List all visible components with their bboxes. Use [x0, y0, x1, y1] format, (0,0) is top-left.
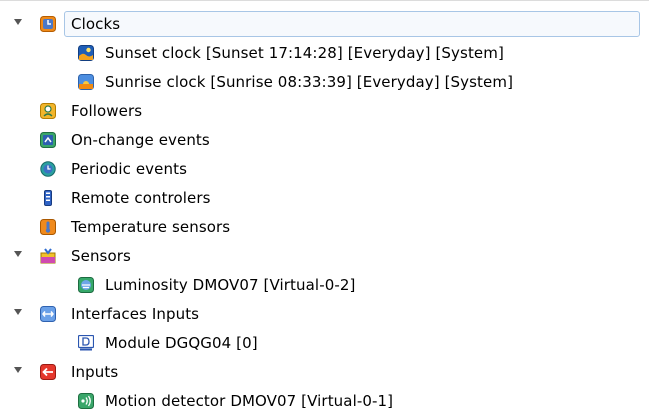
tree-node-label: Module DGQG04 [0] — [105, 334, 258, 352]
tree-node-clocks[interactable]: Clocks — [0, 11, 649, 37]
periodic-icon — [40, 161, 56, 177]
tree-node-temperature-sensors[interactable]: Temperature sensors — [0, 214, 649, 240]
tree-node-label: Followers — [71, 102, 143, 120]
tree-node-label: Periodic events — [71, 160, 187, 178]
tree-node-label: Motion detector DMOV07 [Virtual-0-1] — [105, 392, 394, 410]
follower-icon — [40, 103, 56, 119]
tree-node-label: Clocks — [71, 15, 121, 33]
input-icon — [40, 364, 56, 380]
tree-node-interfaces-inputs[interactable]: Interfaces Inputs — [0, 301, 649, 327]
expand-arrow-icon[interactable] — [14, 367, 22, 373]
expand-arrow-icon[interactable] — [14, 19, 22, 25]
thermometer-icon — [40, 219, 56, 235]
expand-arrow-icon[interactable] — [14, 309, 22, 315]
motion-detector-icon — [78, 393, 94, 409]
tree-node-label: Sensors — [71, 247, 131, 265]
tree-node-followers[interactable]: Followers — [0, 98, 649, 124]
tree-node-periodic-events[interactable]: Periodic events — [0, 156, 649, 182]
tree-node-remote-controlers[interactable]: Remote controlers — [0, 185, 649, 211]
tree-node-motion-detector[interactable]: Motion detector DMOV07 [Virtual-0-1] — [0, 388, 649, 414]
module-icon — [78, 335, 94, 351]
remote-icon — [44, 190, 52, 206]
interfaces-icon — [40, 306, 56, 322]
sunset-icon — [78, 45, 94, 61]
tree-node-module-dgqg04[interactable]: Module DGQG04 [0] — [0, 330, 649, 356]
sunrise-icon — [78, 74, 94, 90]
tree-node-sunrise-clock[interactable]: Sunrise clock [Sunrise 08:33:39] [Everyd… — [0, 69, 649, 95]
sensors-icon — [40, 248, 56, 264]
tree-node-label: On-change events — [71, 131, 210, 149]
tree-node-sensors[interactable]: Sensors — [0, 243, 649, 269]
luminosity-icon — [78, 277, 94, 293]
tree-node-inputs[interactable]: Inputs — [0, 359, 649, 385]
tree-node-label: Sunrise clock [Sunrise 08:33:39] [Everyd… — [105, 73, 514, 91]
tree-node-label: Interfaces Inputs — [71, 305, 200, 323]
top-divider — [0, 0, 649, 1]
tree-node-label: Remote controlers — [71, 189, 211, 207]
on-change-icon — [40, 132, 56, 148]
tree-node-sunset-clock[interactable]: Sunset clock [Sunset 17:14:28] [Everyday… — [0, 40, 649, 66]
tree-node-label: Inputs — [71, 363, 119, 381]
clock-icon — [40, 16, 56, 32]
tree-node-luminosity[interactable]: Luminosity DMOV07 [Virtual-0-2] — [0, 272, 649, 298]
tree-view: Clocks Sunset clock [Sunset 17:14:28] [E… — [0, 0, 649, 412]
expand-arrow-icon[interactable] — [14, 251, 22, 257]
tree-node-on-change-events[interactable]: On-change events — [0, 127, 649, 153]
tree-node-label: Temperature sensors — [71, 218, 231, 236]
tree-node-label: Luminosity DMOV07 [Virtual-0-2] — [105, 276, 356, 294]
selection-highlight — [64, 11, 640, 37]
tree-node-label: Sunset clock [Sunset 17:14:28] [Everyday… — [105, 44, 504, 62]
